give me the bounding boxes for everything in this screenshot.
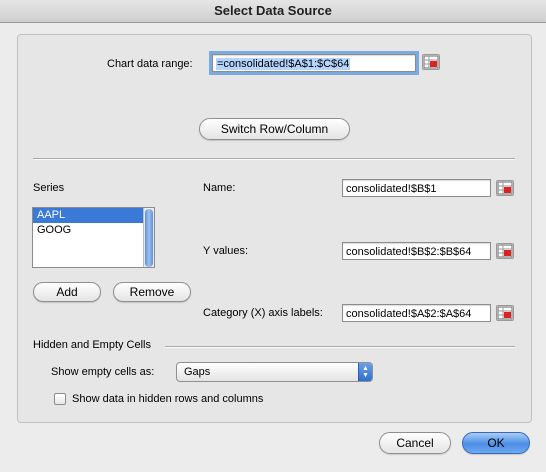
y-values-label: Y values: [203, 245, 249, 257]
y-values-field[interactable]: consolidated!$B$2:$B$64 [342, 242, 491, 260]
category-axis-field[interactable]: consolidated!$A$2:$A$64 [342, 304, 491, 322]
ok-label: OK [487, 436, 505, 450]
select-arrows-icon: ▲ ▼ [358, 363, 372, 381]
cancel-label: Cancel [396, 436, 434, 450]
series-list[interactable]: AAPL GOOG [32, 207, 155, 268]
hidden-rows-label: Show data in hidden rows and columns [72, 393, 264, 405]
remove-series-button[interactable]: Remove [113, 282, 191, 302]
range-picker-icon[interactable] [496, 305, 514, 321]
separator-hidden [165, 346, 515, 348]
chart-range-label: Chart data range: [107, 58, 193, 70]
category-axis-label: Category (X) axis labels: [203, 307, 323, 319]
show-empty-select[interactable]: Gaps ▲ ▼ [176, 362, 373, 382]
range-picker-icon[interactable] [422, 54, 440, 70]
window-titlebar: Select Data Source [0, 0, 546, 23]
series-item-goog[interactable]: GOOG [33, 223, 154, 238]
separator-top [33, 158, 515, 160]
ok-button[interactable]: OK [462, 432, 530, 454]
name-field[interactable]: consolidated!$B$1 [342, 179, 491, 197]
series-scroll-thumb[interactable] [145, 209, 153, 267]
show-empty-label: Show empty cells as: [51, 366, 155, 378]
add-series-label: Add [56, 285, 78, 299]
series-item-aapl[interactable]: AAPL [33, 208, 154, 223]
add-series-button[interactable]: Add [33, 282, 101, 302]
hidden-empty-heading: Hidden and Empty Cells [33, 339, 152, 351]
switch-row-column-label: Switch Row/Column [220, 122, 329, 136]
switch-row-column-button[interactable]: Switch Row/Column [199, 118, 350, 140]
window-title: Select Data Source [214, 3, 332, 18]
cancel-button[interactable]: Cancel [379, 432, 451, 454]
series-scrollbar[interactable] [143, 208, 154, 267]
series-label: Series [33, 182, 65, 194]
range-picker-icon[interactable] [496, 243, 514, 259]
chart-range-value: =consolidated!$A$1:$C$64 [216, 58, 351, 70]
remove-series-label: Remove [129, 285, 175, 299]
show-empty-value: Gaps [184, 366, 211, 378]
chart-range-field[interactable]: =consolidated!$A$1:$C$64 [209, 51, 419, 75]
range-picker-icon[interactable] [496, 180, 514, 196]
name-label: Name: [203, 182, 236, 194]
hidden-rows-checkbox[interactable] [54, 393, 66, 405]
